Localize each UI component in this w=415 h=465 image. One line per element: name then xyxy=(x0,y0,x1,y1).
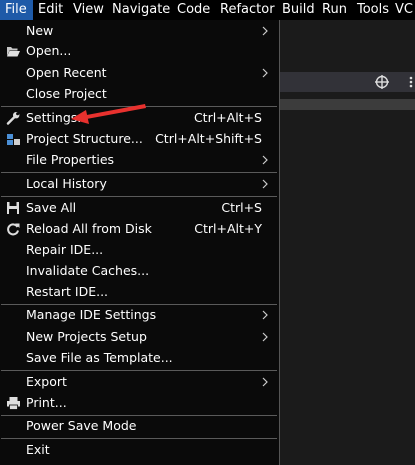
more-icon[interactable] xyxy=(401,75,413,89)
menu-item-label: Open Recent xyxy=(26,65,107,80)
menu-item-label: Local History xyxy=(26,176,107,191)
menu-item-label: Reload All from Disk xyxy=(26,221,152,236)
menu-item-label: Save All xyxy=(26,200,77,215)
menu-item-power-save-mode[interactable]: Power Save Mode xyxy=(1,416,277,436)
chevron-right-icon xyxy=(262,377,268,387)
menu-item-shortcut: Ctrl+Alt+S xyxy=(193,110,262,125)
editor-background xyxy=(280,20,415,465)
editor-tab-strip xyxy=(280,99,415,110)
menu-item-shortcut: Ctrl+Alt+Y xyxy=(194,221,262,236)
menu-item-repair-ide[interactable]: Repair IDE... xyxy=(1,240,277,260)
annotation-arrow-icon xyxy=(71,104,146,124)
menu-item-local-history[interactable]: Local History xyxy=(1,174,277,194)
menu-item-label: Print... xyxy=(26,395,67,410)
menu-item-project-structure[interactable]: Project Structure... Ctrl+Alt+Shift+S xyxy=(1,129,277,149)
crosshair-icon[interactable] xyxy=(375,75,389,89)
chevron-right-icon xyxy=(262,332,268,342)
menu-separator xyxy=(1,196,277,197)
menu-item-new[interactable]: New xyxy=(1,21,277,41)
file-menu-dropdown: New Open... Open Recent Close Project Se… xyxy=(0,20,280,465)
folder-open-icon xyxy=(7,47,20,57)
menu-separator xyxy=(1,172,277,173)
tool-window-header xyxy=(280,72,415,92)
menu-vcs[interactable]: VC xyxy=(395,0,413,20)
menu-item-export[interactable]: Export xyxy=(1,372,277,392)
menu-run[interactable]: Run xyxy=(322,0,347,20)
chevron-right-icon xyxy=(262,179,268,189)
menu-item-label: File Properties xyxy=(26,152,115,167)
menu-item-label: Open... xyxy=(26,43,72,58)
menu-item-shortcut: Ctrl+Alt+Shift+S xyxy=(155,131,262,146)
reload-icon xyxy=(7,223,20,236)
menu-build[interactable]: Build xyxy=(282,0,315,20)
menu-item-label: Manage IDE Settings xyxy=(26,307,157,322)
menu-item-manage-ide-settings[interactable]: Manage IDE Settings xyxy=(1,305,277,325)
menu-item-print[interactable]: Print... xyxy=(1,393,277,413)
menu-edit[interactable]: Edit xyxy=(38,0,63,20)
menu-item-label: Power Save Mode xyxy=(26,418,137,433)
menu-code[interactable]: Code xyxy=(177,0,210,20)
menu-item-label: Repair IDE... xyxy=(26,242,104,257)
menu-view[interactable]: View xyxy=(73,0,104,20)
menu-item-label: New xyxy=(26,23,54,38)
menu-item-invalidate-caches[interactable]: Invalidate Caches... xyxy=(1,261,277,281)
menu-item-save-file-as-template[interactable]: Save File as Template... xyxy=(1,348,277,368)
menu-refactor[interactable]: Refactor xyxy=(220,0,275,20)
menu-item-label: Project Structure... xyxy=(26,131,143,146)
menu-file[interactable]: File xyxy=(0,0,33,20)
menu-item-shortcut: Ctrl+S xyxy=(221,200,262,215)
chevron-right-icon xyxy=(262,68,268,78)
menu-item-label: Invalidate Caches... xyxy=(26,263,150,278)
chevron-right-icon xyxy=(262,26,268,36)
menu-item-restart-ide[interactable]: Restart IDE... xyxy=(1,282,277,302)
menu-item-exit[interactable]: Exit xyxy=(1,440,277,460)
menu-item-reload-all[interactable]: Reload All from Disk Ctrl+Alt+Y xyxy=(1,219,277,239)
save-icon xyxy=(7,202,19,214)
menu-item-new-projects-setup[interactable]: New Projects Setup xyxy=(1,327,277,347)
menu-item-label: Exit xyxy=(26,442,50,457)
menu-navigate[interactable]: Navigate xyxy=(112,0,170,20)
menu-separator xyxy=(1,370,277,371)
printer-icon xyxy=(7,397,20,410)
menu-separator xyxy=(1,438,277,439)
menu-item-label: Restart IDE... xyxy=(26,284,109,299)
menu-item-label: Save File as Template... xyxy=(26,350,173,365)
menu-item-file-properties[interactable]: File Properties xyxy=(1,150,277,170)
menu-item-label: Export xyxy=(26,374,67,389)
menu-item-save-all[interactable]: Save All Ctrl+S xyxy=(1,198,277,218)
chevron-right-icon xyxy=(262,310,268,320)
wrench-icon xyxy=(6,112,20,125)
menu-item-open[interactable]: Open... xyxy=(1,41,277,61)
menu-item-open-recent[interactable]: Open Recent xyxy=(1,63,277,83)
menu-bar: File Edit View Navigate Code Refactor Bu… xyxy=(0,0,415,20)
chevron-right-icon xyxy=(262,155,268,165)
menu-item-label: New Projects Setup xyxy=(26,329,147,344)
menu-tools[interactable]: Tools xyxy=(357,0,389,20)
project-structure-icon xyxy=(7,134,20,145)
